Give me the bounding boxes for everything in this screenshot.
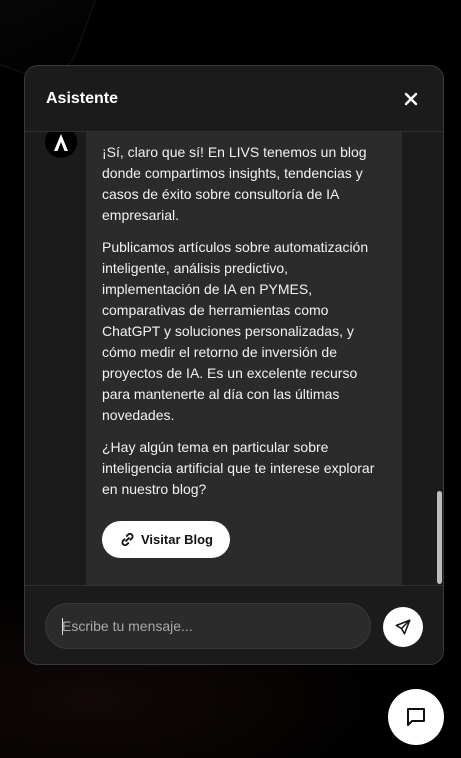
close-icon bbox=[404, 92, 418, 105]
message-paragraph: ¿Hay algún tema en particular sobre inte… bbox=[102, 439, 375, 497]
bot-avatar bbox=[45, 132, 77, 158]
livs-logo-icon bbox=[54, 134, 68, 151]
scrollbar-thumb[interactable] bbox=[437, 491, 442, 584]
message-list[interactable]: ¡Sí, claro que sí! En LIVS tenemos un bl… bbox=[25, 132, 443, 585]
link-icon bbox=[121, 532, 134, 547]
message-paragraph: ¡Sí, claro que sí! En LIVS tenemos un bl… bbox=[102, 144, 367, 223]
send-icon bbox=[395, 619, 411, 635]
close-button[interactable] bbox=[401, 89, 421, 109]
chat-title: Asistente bbox=[46, 89, 119, 107]
chat-bubble-icon bbox=[407, 708, 425, 726]
visit-blog-button[interactable]: Visitar Blog bbox=[102, 521, 231, 558]
composer bbox=[25, 585, 443, 664]
chat-launcher-button[interactable] bbox=[388, 689, 444, 745]
visit-blog-label: Visitar Blog bbox=[141, 532, 214, 547]
bot-message-bubble: ¡Sí, claro que sí! En LIVS tenemos un bl… bbox=[86, 132, 402, 585]
text-caret bbox=[62, 618, 63, 635]
send-button[interactable] bbox=[383, 607, 423, 647]
message-paragraph: Publicamos artículos sobre automatizació… bbox=[102, 239, 369, 423]
message-input[interactable] bbox=[45, 603, 371, 649]
chat-header: Asistente bbox=[25, 66, 443, 132]
chat-panel: Asistente ¡Sí, claro que sí! En LIVS ten… bbox=[24, 65, 444, 665]
